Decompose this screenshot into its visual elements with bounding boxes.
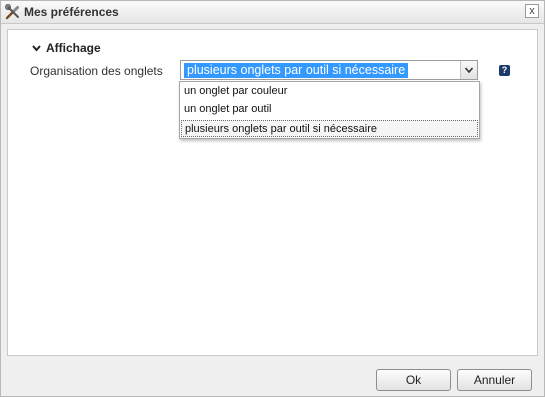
tab-organization-select[interactable]: plusieurs onglets par outil si nécessair… — [180, 60, 478, 80]
section-title: Affichage — [46, 41, 101, 55]
help-icon[interactable]: ? — [499, 65, 510, 76]
dropdown-option-selected[interactable]: plusieurs onglets par outil si nécessair… — [181, 120, 478, 137]
close-icon: x — [529, 5, 535, 17]
tools-icon — [5, 4, 21, 20]
cancel-button[interactable]: Annuler — [457, 369, 532, 391]
section-header-affichage[interactable]: Affichage — [32, 41, 101, 55]
chevron-down-icon[interactable] — [460, 61, 477, 79]
dropdown-option[interactable]: un onglet par couleur — [181, 83, 478, 100]
close-button[interactable]: x — [525, 4, 539, 18]
chevron-down-icon — [32, 41, 42, 55]
preferences-dialog: Mes préférences x Affichage Organisation… — [0, 0, 545, 397]
dialog-titlebar: Mes préférences x — [1, 1, 544, 24]
tab-organization-label: Organisation des onglets — [30, 64, 163, 78]
ok-button[interactable]: Ok — [376, 369, 451, 391]
dropdown-option[interactable]: un onglet par outil — [181, 101, 478, 118]
tab-organization-dropdown: un onglet par couleur un onglet par outi… — [179, 81, 480, 139]
dialog-content: Affichage Organisation des onglets plusi… — [7, 29, 538, 356]
dialog-title: Mes préférences — [24, 5, 119, 19]
select-current-value: plusieurs onglets par outil si nécessair… — [184, 63, 409, 78]
